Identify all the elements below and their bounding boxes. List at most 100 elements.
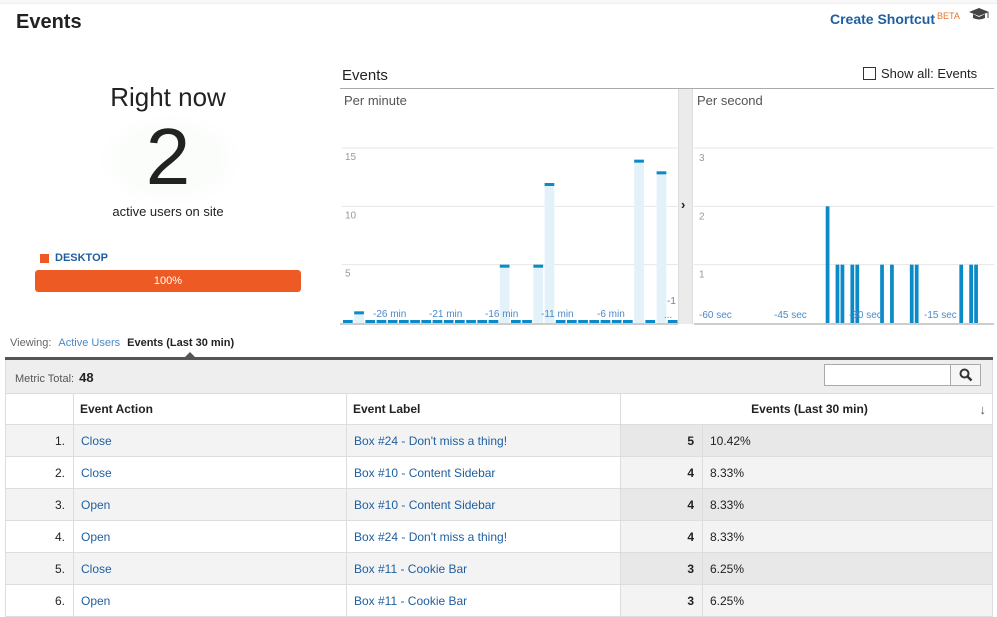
per-minute-xtick-label: -21 min <box>429 309 462 320</box>
events-count-header[interactable]: Events (Last 30 min) ↓ <box>620 393 993 425</box>
per-minute-bar <box>466 320 476 323</box>
realtime-events-chart: 5 10 15 -26 min -21 min -16 min -11 min -6 min -… <box>340 147 994 325</box>
row-index: 2. <box>5 456 74 489</box>
event-percent: 6.25% <box>702 552 993 585</box>
per-minute-bar <box>376 320 387 323</box>
chevron-right-icon[interactable]: › <box>681 197 685 212</box>
per-minute-bar <box>555 320 566 323</box>
per-second-bar <box>890 264 894 323</box>
per-minute-bar <box>488 320 499 323</box>
per-minute-ytick-label: 10 <box>345 210 357 221</box>
per-minute-xtick-label: -16 min <box>485 309 518 320</box>
events-table: Event Action Event Label Events (Last 30… <box>5 393 993 617</box>
table-row: 3. Open Box #10 - Content Sidebar 4 8.33% <box>5 488 993 521</box>
per-minute-bar-background <box>544 183 555 323</box>
event-action-link[interactable]: Close <box>73 424 347 457</box>
per-minute-bar-background <box>634 159 644 323</box>
per-second-xtick-label: -45 sec <box>774 310 807 321</box>
event-percent: 10.42% <box>702 424 993 457</box>
search-icon <box>959 368 972 382</box>
metric-total-label: Metric Total: <box>15 373 75 385</box>
event-count: 3 <box>620 552 703 585</box>
per-minute-bar <box>544 183 555 186</box>
per-second-ytick-label: 1 <box>699 270 705 281</box>
per-minute-xtick-label: -11 min <box>541 309 574 320</box>
per-minute-bar <box>623 320 633 323</box>
table-row: 1. Close Box #24 - Don't miss a thing! 5 10.… <box>5 424 993 457</box>
per-minute-bar <box>343 320 353 323</box>
per-minute-bar <box>443 320 454 323</box>
tab-active-users[interactable]: Active Users <box>58 337 120 349</box>
per-minute-xtick-label: -26 min <box>373 309 406 320</box>
per-minute-xtick-ellipsis: ... <box>664 310 672 321</box>
event-action-header[interactable]: Event Action <box>73 393 347 425</box>
row-index: 6. <box>5 584 74 617</box>
per-second-bar <box>840 264 845 323</box>
event-label-header[interactable]: Event Label <box>346 393 621 425</box>
per-second-bar <box>914 264 919 323</box>
event-count: 5 <box>620 424 703 457</box>
per-minute-bar <box>499 264 510 268</box>
per-second-ytick-label: 3 <box>699 153 705 164</box>
row-index: 1. <box>5 424 74 457</box>
event-count: 4 <box>620 456 703 489</box>
metric-total-value: 48 <box>79 370 94 385</box>
event-label-link[interactable]: Box #24 - Don't miss a thing! <box>346 520 621 553</box>
event-action-link[interactable]: Open <box>73 488 347 521</box>
table-search-input[interactable] <box>824 364 951 386</box>
viewing-tabs: Viewing: Active Users Events (Last 30 min) <box>10 337 234 349</box>
per-minute-bar <box>421 320 432 323</box>
event-action-link[interactable]: Open <box>73 584 347 617</box>
event-count: 3 <box>620 584 703 617</box>
event-action-link[interactable]: Open <box>73 520 347 553</box>
per-second-ytick-label: 2 <box>699 211 705 222</box>
per-minute-bar <box>611 320 622 323</box>
sort-descending-icon[interactable]: ↓ <box>980 402 987 417</box>
per-minute-bar <box>399 320 409 323</box>
chart-pane-divider[interactable]: › <box>678 89 693 324</box>
per-minute-bar <box>387 320 398 323</box>
event-percent: 8.33% <box>702 456 993 489</box>
event-label-link[interactable]: Box #10 - Content Sidebar <box>346 488 621 521</box>
per-minute-ytick-label: 15 <box>345 152 357 163</box>
per-minute-bar <box>511 320 521 323</box>
table-row: 2. Close Box #10 - Content Sidebar 4 8.33% <box>5 456 993 489</box>
per-second-bar <box>825 206 830 323</box>
per-minute-xtick-label: -6 min <box>597 309 625 320</box>
table-row: 4. Open Box #24 - Don't miss a thing! 4 8.33… <box>5 520 993 553</box>
per-minute-bar <box>645 320 656 323</box>
per-minute-bar <box>634 159 644 163</box>
event-count: 4 <box>620 520 703 553</box>
per-minute-bar <box>410 320 420 323</box>
per-second-xtick-label: -15 sec <box>924 310 957 321</box>
event-label-link[interactable]: Box #24 - Don't miss a thing! <box>346 424 621 457</box>
per-minute-bar <box>567 320 577 323</box>
per-second-xtick-label: -30 sec <box>849 310 882 321</box>
search-button[interactable] <box>951 364 981 386</box>
per-minute-bar-background <box>656 171 667 323</box>
per-minute-bar <box>432 320 443 323</box>
event-label-link[interactable]: Box #11 - Cookie Bar <box>346 584 621 617</box>
table-row: 6. Open Box #11 - Cookie Bar 3 6.25% <box>5 584 993 617</box>
row-index: 3. <box>5 488 74 521</box>
per-minute-bar <box>365 320 376 323</box>
event-percent: 8.33% <box>702 488 993 521</box>
event-percent: 8.33% <box>702 520 993 553</box>
event-count: 4 <box>620 488 703 521</box>
row-index: 4. <box>5 520 74 553</box>
per-minute-ytick-label: 5 <box>345 269 351 280</box>
per-minute-bar <box>533 264 544 268</box>
metric-toolbar: Metric Total: 48 <box>5 360 993 393</box>
metric-total: Metric Total: 48 <box>15 370 94 385</box>
per-minute-bar <box>589 320 600 323</box>
tab-events[interactable]: Events (Last 30 min) <box>127 337 234 349</box>
event-label-link[interactable]: Box #10 - Content Sidebar <box>346 456 621 489</box>
event-label-link[interactable]: Box #11 - Cookie Bar <box>346 552 621 585</box>
per-minute-bar <box>354 311 364 315</box>
per-minute-bar <box>455 320 465 323</box>
event-action-link[interactable]: Close <box>73 552 347 585</box>
per-second-bar <box>959 264 964 323</box>
event-action-link[interactable]: Close <box>73 456 347 489</box>
event-percent: 6.25% <box>702 584 993 617</box>
per-second-bar <box>974 264 978 323</box>
